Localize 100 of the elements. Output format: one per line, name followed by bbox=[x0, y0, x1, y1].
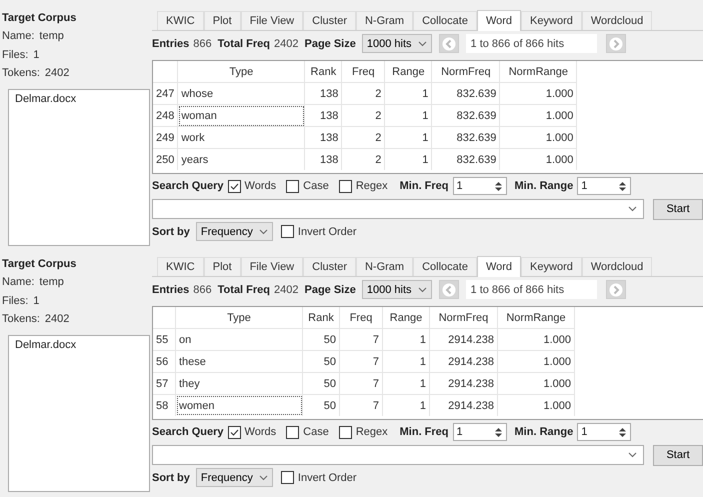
table-cell: these bbox=[176, 350, 302, 372]
start-button[interactable]: Start bbox=[653, 198, 703, 220]
spinner-arrows-icon bbox=[494, 426, 503, 438]
table-cell: 7 bbox=[340, 394, 382, 416]
total-freq-value: 2402 bbox=[274, 38, 298, 50]
min-freq-spinner[interactable]: 1 bbox=[452, 177, 507, 195]
sort-dropdown[interactable]: Frequency bbox=[196, 468, 273, 487]
table-cell: 2 bbox=[342, 82, 385, 104]
checkbox-box[interactable] bbox=[228, 180, 241, 192]
checkbox-box[interactable] bbox=[280, 471, 294, 484]
page-size-label: Page Size bbox=[304, 38, 356, 50]
tab[interactable]: N-Gram bbox=[356, 257, 414, 276]
file-list-item[interactable]: Delmar.docx bbox=[9, 90, 149, 108]
column-header[interactable]: Rank bbox=[302, 307, 340, 328]
min-freq-spinner[interactable]: 1 bbox=[452, 423, 507, 441]
table-cell: 832.639 bbox=[432, 104, 500, 126]
query-field[interactable] bbox=[152, 199, 644, 219]
column-header[interactable]: NormFreq bbox=[430, 307, 498, 328]
table-cell: 2 bbox=[342, 148, 385, 170]
checkbox[interactable]: Words bbox=[228, 426, 276, 438]
table-cell: woman bbox=[178, 104, 305, 126]
checkbox[interactable]: Regex bbox=[338, 426, 388, 438]
tab[interactable]: KWIC bbox=[157, 11, 204, 30]
table-cell: 50 bbox=[302, 350, 340, 372]
query-field[interactable] bbox=[152, 445, 644, 465]
checkbox-box[interactable] bbox=[286, 180, 300, 192]
tab[interactable]: KWIC bbox=[157, 257, 204, 276]
row-number: 58 bbox=[153, 394, 176, 416]
page-size-dropdown[interactable]: 1000 hits bbox=[362, 280, 432, 299]
column-header[interactable]: Range bbox=[382, 307, 430, 328]
row-number: 248 bbox=[153, 104, 178, 126]
field-label: Name: bbox=[2, 30, 34, 44]
tab[interactable]: Word bbox=[476, 256, 522, 277]
checkbox[interactable]: Invert Order bbox=[280, 225, 357, 238]
min-range-spinner[interactable]: 1 bbox=[577, 423, 632, 441]
min-freq-label: Min. Freq bbox=[400, 180, 449, 192]
checkbox-box[interactable] bbox=[338, 180, 352, 192]
column-header[interactable]: NormFreq bbox=[432, 61, 500, 82]
checkbox[interactable]: Case bbox=[286, 180, 329, 192]
entries-label: Entries bbox=[152, 284, 190, 296]
tab[interactable]: Plot bbox=[204, 11, 241, 30]
checkbox-box[interactable] bbox=[338, 426, 352, 438]
tab[interactable]: Wordcloud bbox=[582, 257, 652, 276]
column-header[interactable]: Type bbox=[176, 307, 302, 328]
checkbox[interactable]: Words bbox=[228, 180, 276, 192]
column-header[interactable]: Range bbox=[384, 61, 432, 82]
chevron-icon bbox=[258, 474, 268, 480]
checkbox-box[interactable] bbox=[286, 426, 300, 438]
spinner-arrows-icon bbox=[618, 426, 628, 438]
checkbox[interactable]: Case bbox=[286, 426, 329, 438]
page-size-dropdown[interactable]: 1000 hits bbox=[362, 34, 432, 53]
tab[interactable]: Keyword bbox=[521, 257, 582, 276]
hits-field[interactable]: 1 to 866 of 866 hits bbox=[466, 34, 597, 53]
table-cell: 1.000 bbox=[498, 372, 574, 394]
checkbox[interactable]: Invert Order bbox=[280, 471, 357, 484]
min-range-spinner[interactable]: 1 bbox=[577, 177, 632, 195]
tab[interactable]: Cluster bbox=[303, 11, 356, 30]
table-cell: on bbox=[176, 328, 302, 350]
total-freq-value: 2402 bbox=[274, 284, 298, 296]
table-cell: 1 bbox=[382, 328, 430, 350]
tab[interactable]: Cluster bbox=[303, 257, 356, 276]
page-size-label: Page Size bbox=[304, 284, 356, 296]
table-cell: 7 bbox=[340, 372, 382, 394]
hits-field[interactable]: 1 to 866 of 866 hits bbox=[466, 280, 597, 299]
table-cell: 138 bbox=[304, 148, 342, 170]
tab[interactable]: Collocate bbox=[413, 257, 477, 276]
chevron-icon bbox=[628, 452, 638, 458]
tab[interactable]: File View bbox=[240, 257, 304, 276]
column-header[interactable]: Freq bbox=[340, 307, 382, 328]
table-cell: 832.639 bbox=[432, 82, 500, 104]
table-cell: 1.000 bbox=[498, 328, 574, 350]
column-header[interactable]: NormRange bbox=[500, 61, 577, 82]
tab[interactable]: N-Gram bbox=[356, 11, 414, 30]
column-header[interactable]: Rank bbox=[304, 61, 342, 82]
tab[interactable]: Keyword bbox=[521, 11, 582, 30]
checkbox-box[interactable] bbox=[228, 426, 241, 438]
column-header[interactable]: Type bbox=[178, 61, 305, 82]
row-number: 247 bbox=[153, 82, 178, 104]
field-value: 1 bbox=[33, 48, 40, 62]
table-cell: 1.000 bbox=[500, 82, 577, 104]
field-value: 2402 bbox=[44, 67, 70, 81]
table-cell: 1 bbox=[382, 394, 430, 416]
tab[interactable]: Wordcloud bbox=[582, 11, 652, 30]
tab[interactable]: File View bbox=[240, 11, 304, 30]
table-cell: 1 bbox=[384, 148, 432, 170]
tab[interactable]: Collocate bbox=[413, 11, 477, 30]
search-query-label: Search Query bbox=[152, 180, 224, 192]
min-range-label: Min. Range bbox=[514, 180, 574, 192]
table-cell: 138 bbox=[304, 104, 342, 126]
sort-dropdown[interactable]: Frequency bbox=[196, 222, 273, 241]
checkbox[interactable]: Regex bbox=[338, 180, 388, 192]
checkbox-box[interactable] bbox=[280, 225, 294, 238]
table-cell: 138 bbox=[304, 82, 342, 104]
column-header[interactable]: Freq bbox=[342, 61, 385, 82]
column-header[interactable]: NormRange bbox=[498, 307, 574, 328]
tab[interactable]: Plot bbox=[204, 257, 241, 276]
total-freq-label: Total Freq bbox=[218, 38, 270, 50]
tab[interactable]: Word bbox=[476, 10, 522, 31]
file-list-item[interactable]: Delmar.docx bbox=[9, 336, 149, 354]
start-button[interactable]: Start bbox=[653, 444, 703, 466]
